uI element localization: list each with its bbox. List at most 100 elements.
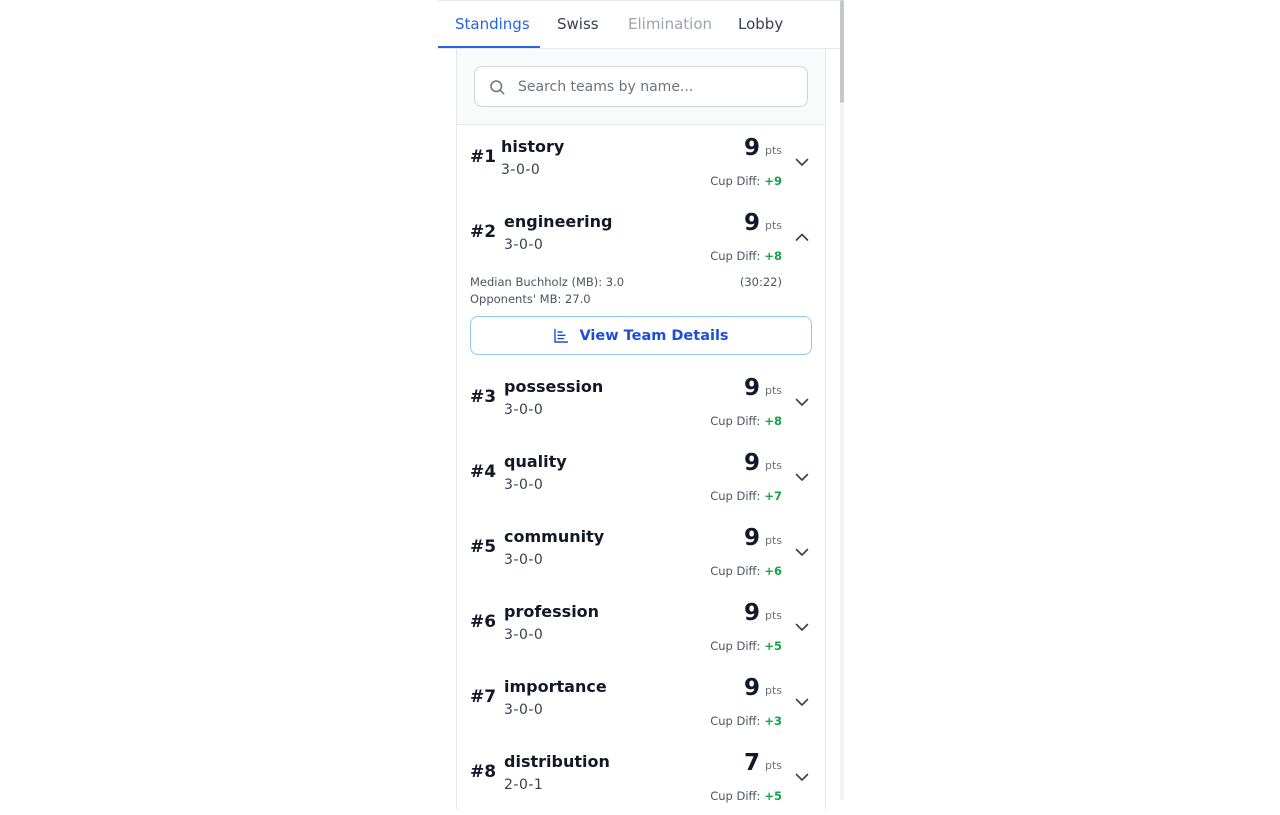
search-box[interactable]	[474, 66, 808, 107]
team-points: 9	[743, 375, 760, 401]
cup-diff-value: +8	[764, 249, 782, 263]
tab-lobby[interactable]: Lobby	[738, 1, 783, 49]
team-name: quality	[504, 452, 567, 471]
standings-row[interactable]: #4 quality 3-0-0 9 pts Cup Diff: +7	[457, 440, 825, 515]
tab-elimination[interactable]: Elimination	[628, 1, 712, 49]
team-name: engineering	[504, 212, 613, 231]
points-label: pts	[764, 684, 782, 697]
team-rank: #1	[470, 147, 497, 167]
team-record: 3-0-0	[504, 627, 544, 643]
team-points: 9	[743, 525, 760, 551]
team-rank: #2	[470, 222, 497, 242]
points-label: pts	[764, 534, 782, 547]
chevron-up-icon[interactable]	[795, 230, 809, 244]
standings-row[interactable]: #3 possession 3-0-0 9 pts Cup Diff: +8	[457, 365, 825, 440]
cup-diff-label: Cup Diff:	[710, 789, 761, 803]
cup-diff-value: +9	[764, 174, 782, 188]
standings-row[interactable]: #8 distribution 2-0-1 7 pts Cup Diff: +5	[457, 740, 825, 815]
cup-diff-label: Cup Diff:	[710, 714, 761, 728]
team-points: 9	[743, 135, 760, 161]
scrollbar-track[interactable]	[840, 0, 844, 800]
standings-row[interactable]: #2 engineering 3-0-0 9 pts Cup Diff: +8	[457, 200, 825, 275]
team-points: 9	[743, 210, 760, 236]
team-record: 3-0-0	[504, 237, 544, 253]
standings-row[interactable]: #7 importance 3-0-0 9 pts Cup Diff: +3	[457, 665, 825, 740]
cup-diff-label: Cup Diff:	[710, 564, 761, 578]
points-label: pts	[764, 384, 782, 397]
team-rank: #8	[470, 762, 497, 782]
cup-diff-label: Cup Diff:	[710, 414, 761, 428]
team-name: profession	[504, 602, 600, 621]
team-points: 9	[743, 600, 760, 626]
cup-diff: Cup Diff: +3	[710, 714, 782, 728]
team-rank: #3	[470, 387, 497, 407]
chevron-down-icon[interactable]	[795, 155, 809, 169]
tab-standings[interactable]: Standings	[455, 1, 530, 49]
cup-diff: Cup Diff: +6	[710, 564, 782, 578]
team-record: 2-0-1	[504, 777, 544, 793]
team-rank: #5	[470, 537, 497, 557]
team-record: 3-0-0	[504, 552, 544, 568]
team-record: 3-0-0	[501, 162, 541, 178]
view-team-details-button[interactable]: View Team Details	[470, 316, 812, 355]
team-name: importance	[504, 677, 607, 696]
team-rank: #4	[470, 462, 497, 482]
view-team-details-label: View Team Details	[579, 327, 729, 344]
cup-diff-label: Cup Diff:	[710, 489, 761, 503]
team-points: 9	[743, 450, 760, 476]
tournament-app: Standings Swiss Elimination Lobby #1hist…	[438, 0, 844, 809]
cup-diff: Cup Diff: +5	[710, 789, 782, 803]
points-label: pts	[764, 459, 782, 472]
points-label: pts	[764, 609, 782, 622]
standings-row[interactable]: #5 community 3-0-0 9 pts Cup Diff: +6	[457, 515, 825, 590]
cup-diff-label: Cup Diff:	[710, 174, 761, 188]
team-rank: #6	[470, 612, 497, 632]
points-label: pts	[764, 144, 782, 157]
team-name: possession	[504, 377, 604, 396]
tab-swiss[interactable]: Swiss	[557, 1, 599, 49]
cup-diff-label: Cup Diff:	[710, 249, 761, 263]
tab-bar: Standings Swiss Elimination Lobby	[438, 1, 840, 49]
cup-diff-value: +8	[764, 414, 782, 428]
cup-diff-label: Cup Diff:	[710, 639, 761, 653]
cup-diff: Cup Diff: +5	[710, 639, 782, 653]
median-buchholz: Median Buchholz (MB): 3.0	[470, 275, 625, 289]
cup-diff: Cup Diff: +7	[710, 489, 782, 503]
team-name: history	[501, 137, 565, 156]
cup-diff-value: +3	[764, 714, 782, 728]
cup-diff-value: +5	[764, 789, 782, 803]
cup-diff: Cup Diff: +8	[710, 414, 782, 428]
chevron-down-icon[interactable]	[795, 770, 809, 784]
team-rank: #7	[470, 687, 497, 707]
cup-diff-value: +5	[764, 639, 782, 653]
points-label: pts	[764, 219, 782, 232]
cup-diff: Cup Diff: +8	[710, 249, 782, 263]
points-label: pts	[764, 759, 782, 772]
chevron-down-icon[interactable]	[795, 620, 809, 634]
standings-row[interactable]: #1 history 3-0-0 9 pts Cup Diff: +9	[457, 125, 825, 200]
chevron-down-icon[interactable]	[795, 470, 809, 484]
cups-score: (30:22)	[739, 275, 782, 289]
chevron-down-icon[interactable]	[795, 395, 809, 409]
team-record: 3-0-0	[504, 402, 544, 418]
standings-panel: #1history3-0-09ptsCup Diff:+9#2engineeri…	[456, 49, 826, 809]
cup-diff: Cup Diff: +9	[710, 174, 782, 188]
chevron-down-icon[interactable]	[795, 695, 809, 709]
opponents-mb: Opponents' MB: 27.0	[470, 292, 591, 306]
team-record: 3-0-0	[504, 702, 544, 718]
chevron-down-icon[interactable]	[795, 545, 809, 559]
team-expanded-details: Median Buchholz (MB): 3.0 (30:22) Opponent…	[457, 275, 825, 365]
team-name: community	[504, 527, 605, 546]
bar-chart-icon	[554, 328, 569, 343]
team-name: distribution	[504, 752, 610, 771]
search-section	[457, 49, 825, 125]
active-tab-indicator	[438, 46, 540, 48]
standings-row[interactable]: #6 profession 3-0-0 9 pts Cup Diff: +5	[457, 590, 825, 665]
team-points: 7	[743, 750, 760, 776]
search-icon	[490, 80, 505, 95]
team-record: 3-0-0	[504, 477, 544, 493]
scrollbar-thumb[interactable]	[840, 0, 844, 103]
cup-diff-value: +7	[764, 489, 782, 503]
search-input[interactable]	[518, 67, 798, 106]
team-points: 9	[743, 675, 760, 701]
